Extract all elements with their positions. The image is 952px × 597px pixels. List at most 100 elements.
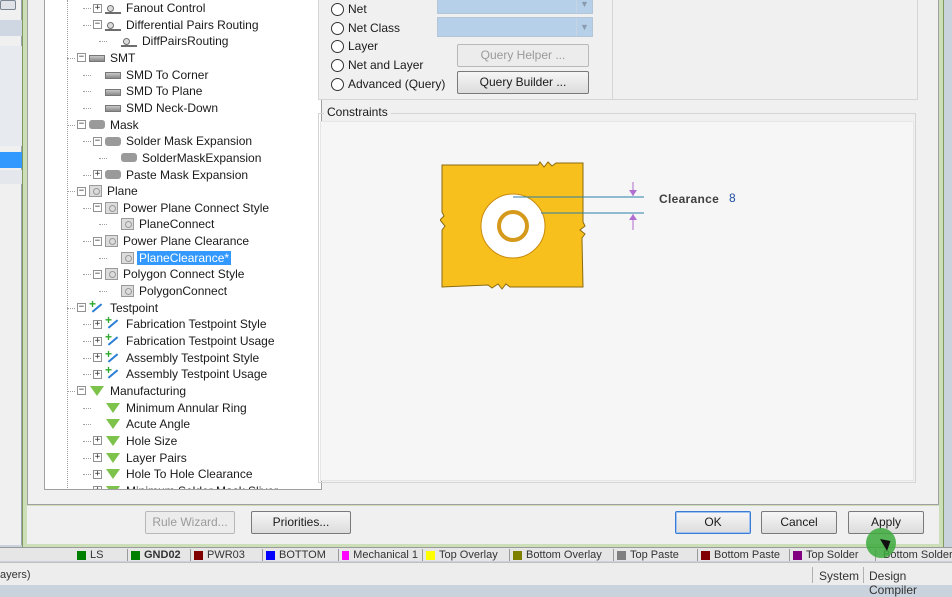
cancel-button[interactable]: Cancel — [761, 511, 837, 534]
layer-tab[interactable]: PWR03 — [191, 549, 263, 561]
scope-option-label: Net — [348, 2, 367, 16]
tree-item[interactable]: − Polygon Connect Style — [93, 266, 246, 282]
layer-tab[interactable]: Top Solder — [790, 549, 876, 561]
status-design-compiler-button[interactable]: Design Compiler — [869, 569, 952, 597]
collapse-icon[interactable]: − — [93, 269, 102, 279]
plane-icon — [105, 268, 118, 281]
expand-icon[interactable]: + — [93, 3, 102, 13]
status-system-button[interactable]: System — [819, 569, 859, 583]
priorities-button[interactable]: Priorities... — [251, 511, 351, 534]
collapse-icon[interactable]: − — [77, 186, 86, 196]
tree-item[interactable]: − Power Plane Clearance — [93, 233, 251, 249]
collapse-icon[interactable]: − — [93, 136, 102, 146]
layer-tab[interactable]: Top Overlay — [423, 549, 510, 561]
tree-item-label: Power Plane Connect Style — [123, 200, 270, 215]
tree-item[interactable]: Minimum Annular Ring — [93, 400, 249, 416]
scope-option-layer[interactable]: Layer — [331, 37, 378, 55]
expand-icon[interactable]: + — [93, 369, 102, 379]
radio-button[interactable] — [331, 77, 344, 91]
scope-option-advanced-query[interactable]: Advanced (Query) — [331, 75, 445, 93]
tree-item[interactable]: SMD To Plane — [93, 83, 204, 99]
collapse-icon[interactable]: − — [93, 203, 102, 213]
radio-button[interactable] — [331, 39, 344, 53]
layer-color-swatch — [266, 550, 275, 560]
tree-item[interactable]: − Mask — [77, 117, 141, 133]
tree-item[interactable]: − Manufacturing — [77, 383, 188, 399]
tree-item[interactable]: + Assembly Testpoint Style — [93, 347, 261, 366]
scope-option-net-and-layer[interactable]: Net and Layer — [331, 56, 423, 74]
collapse-icon[interactable]: − — [93, 236, 102, 246]
tree-item[interactable]: + Layer Pairs — [93, 450, 189, 466]
collapse-icon[interactable]: − — [77, 303, 86, 313]
expand-icon[interactable]: + — [93, 486, 102, 489]
tree-item-label: Solder Mask Expansion — [126, 134, 253, 149]
chevron-down-icon[interactable]: ▼ — [576, 18, 592, 36]
tree-item[interactable]: + Minimum Solder Mask Sliver — [93, 483, 280, 489]
plane-icon — [121, 285, 134, 298]
expand-icon[interactable]: + — [93, 170, 102, 179]
tree-item[interactable]: PlaneClearance* — [109, 250, 232, 266]
tree-item[interactable]: + Assembly Testpoint Usage — [93, 363, 269, 382]
tree-item[interactable]: + Fabrication Testpoint Style — [93, 313, 269, 332]
expand-icon[interactable]: + — [93, 469, 102, 479]
chevron-down-icon[interactable]: ▼ — [576, 0, 592, 13]
layer-tab[interactable]: GND02 — [128, 549, 191, 561]
tree-item-label: PolygonConnect — [139, 284, 228, 299]
routing-icon — [105, 2, 121, 14]
layer-tab[interactable]: BOTTOM — [263, 549, 339, 561]
background-button[interactable] — [0, 0, 16, 10]
radio-button[interactable] — [331, 21, 344, 35]
tree-item[interactable]: − SMT — [77, 50, 137, 66]
tree-item[interactable]: − Power Plane Connect Style — [93, 200, 271, 216]
scope-option-net[interactable]: Net — [331, 0, 367, 18]
expand-icon[interactable]: + — [93, 353, 102, 363]
tree-item[interactable]: − Testpoint — [77, 297, 160, 316]
layer-tab[interactable]: Bottom Paste — [698, 549, 790, 561]
tree-item[interactable]: PlaneConnect — [109, 216, 216, 232]
tree-item[interactable]: + Paste Mask Expansion — [93, 167, 250, 183]
collapse-icon[interactable]: − — [77, 120, 86, 130]
rule-wizard-button[interactable]: Rule Wizard... — [145, 511, 235, 534]
clearance-input[interactable] — [727, 190, 767, 206]
tree-item-label: Hole To Hole Clearance — [126, 467, 253, 482]
tree-item[interactable]: Acute Angle — [93, 416, 192, 432]
collapse-icon[interactable]: − — [77, 386, 86, 396]
tree-item[interactable]: SMD To Corner — [93, 67, 210, 83]
testpoint-icon — [105, 313, 121, 330]
query-builder-button[interactable]: Query Builder ... — [457, 71, 589, 94]
tree-item[interactable]: − Plane — [77, 183, 140, 199]
tree-item[interactable]: PolygonConnect — [109, 283, 229, 299]
tree-item[interactable]: SolderMaskExpansion — [109, 150, 263, 166]
tree-item[interactable]: DiffPairsRouting — [109, 33, 230, 49]
tree-item[interactable]: SMD Neck-Down — [93, 100, 220, 116]
tree-connector — [83, 324, 91, 326]
radio-button[interactable] — [331, 58, 344, 72]
net-class-combo[interactable]: ▼ — [437, 17, 593, 37]
tree-item[interactable]: + Hole Size — [93, 433, 179, 449]
layer-tab[interactable]: Bottom Overlay — [510, 549, 614, 561]
expand-icon[interactable]: + — [93, 453, 102, 463]
expand-icon[interactable]: + — [93, 319, 102, 329]
query-helper-button[interactable]: Query Helper ... — [457, 44, 589, 67]
rules-tree[interactable]: ▼ +Fanout Control−Differential Pairs Rou… — [44, 0, 322, 490]
tree-item[interactable]: + Fanout Control — [93, 0, 207, 16]
scope-option-net-class[interactable]: Net Class — [331, 19, 400, 37]
tree-item-label: Acute Angle — [126, 417, 191, 432]
tree-item[interactable]: + Fabrication Testpoint Usage — [93, 330, 277, 349]
collapse-icon[interactable]: − — [77, 53, 86, 63]
layer-tab[interactable]: Top Paste — [614, 549, 698, 561]
tree-connector — [67, 0, 68, 489]
ok-button[interactable]: OK — [675, 511, 751, 534]
tree-item[interactable]: + Hole To Hole Clearance — [93, 466, 255, 482]
collapse-icon[interactable]: − — [93, 20, 102, 30]
radio-button[interactable] — [331, 2, 344, 16]
layer-tab[interactable]: Mechanical 1 — [339, 549, 423, 561]
expand-icon[interactable]: + — [93, 436, 102, 446]
layer-tab-label: BOTTOM — [279, 548, 326, 561]
tree-item[interactable]: − Differential Pairs Routing — [93, 17, 261, 33]
net-combo[interactable]: ▼ — [437, 0, 593, 14]
tree-item[interactable]: − Solder Mask Expansion — [93, 133, 254, 149]
expand-icon[interactable]: + — [93, 336, 102, 346]
layer-tab-bar: LS GND02 PWR03 BOTTOM Mechanical 1 Top Overla… — [0, 547, 952, 561]
layer-tab[interactable]: LS — [74, 549, 128, 561]
